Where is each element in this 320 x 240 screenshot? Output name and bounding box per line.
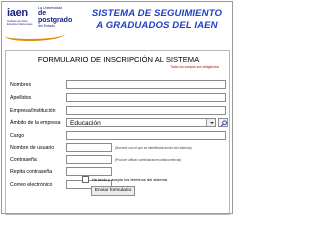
- usuario-hint: (Nombre con el que se identificará dentr…: [115, 145, 192, 150]
- ambito-selected-value: Educación: [70, 119, 101, 127]
- required-note: Todos los campos son obligatorios: [170, 65, 219, 69]
- nombres-input[interactable]: [66, 80, 226, 89]
- terms-row: He leído y acepto los términos del siste…: [82, 176, 232, 184]
- confirm-password-input[interactable]: [66, 167, 112, 176]
- cargo-label: Cargo: [10, 133, 25, 139]
- terms-label: He leído y acepto los términos del siste…: [92, 177, 168, 182]
- apellidos-input[interactable]: [66, 93, 226, 102]
- title-line-1: SISTEMA DE SEGUIMIENTO: [91, 8, 223, 19]
- submit-button[interactable]: Enviar formulario: [91, 186, 135, 196]
- contrasena-label: Contraseña: [10, 157, 37, 163]
- iaen-logo: iaen La Universidad de postgrado del Est…: [5, 5, 82, 41]
- chevron-down-icon[interactable]: [206, 119, 215, 126]
- field-row-cargo: Cargo: [10, 131, 230, 141]
- ambito-select[interactable]: Educación: [66, 118, 216, 127]
- field-row-empresa: Empresa/Institución: [10, 106, 230, 116]
- logo-wordmark: iaen: [7, 7, 28, 19]
- field-row-ambito: Ámbito de la empresa Educación: [10, 118, 230, 128]
- field-row-contrasena: Contraseña (Procure utilizar combinacion…: [10, 155, 230, 165]
- usuario-input[interactable]: [66, 143, 112, 152]
- empresa-label: Empresa/Institución: [10, 108, 56, 114]
- logo-subtitle: La Universidad de postgrado del Estado: [38, 6, 82, 28]
- terms-checkbox[interactable]: [82, 176, 89, 183]
- page-header: iaen La Universidad de postgrado del Est…: [2, 2, 232, 46]
- form-title: FORMULARIO DE INSCRIPCIÓN AL SISTEMA: [37, 55, 200, 64]
- search-icon: [220, 119, 227, 127]
- page-frame: iaen La Universidad de postgrado del Est…: [1, 1, 233, 215]
- logo-postgrado: de postgrado: [38, 10, 73, 24]
- field-row-nombres: Nombres: [10, 80, 230, 90]
- correo-label: Correo electrónico: [10, 182, 53, 188]
- repita-label: Repita contraseña: [10, 169, 53, 175]
- field-row-apellidos: Apellidos: [10, 93, 230, 103]
- logo-tagline: Instituto de Altos Estudios Nacionales: [7, 19, 33, 26]
- ambito-label: Ámbito de la empresa: [10, 120, 61, 126]
- search-button[interactable]: [218, 118, 228, 127]
- empresa-input[interactable]: [66, 106, 226, 115]
- title-line-2: A GRADUADOS DEL IAEN: [96, 20, 218, 31]
- field-row-usuario: Nombre de usuario (Nombre con el que se …: [10, 143, 230, 153]
- password-input[interactable]: [66, 155, 112, 164]
- page-title: SISTEMA DE SEGUIMIENTO A GRADUADOS DEL I…: [82, 8, 232, 32]
- apellidos-label: Apellidos: [10, 95, 32, 101]
- nombres-label: Nombres: [10, 82, 32, 88]
- cargo-input[interactable]: [66, 131, 226, 140]
- logo-swoosh: [5, 29, 65, 41]
- logo-state: del Estado: [38, 24, 55, 28]
- usuario-label: Nombre de usuario: [10, 145, 55, 151]
- password-hint: (Procure utilizar combinaciones alfanumé…: [115, 157, 182, 162]
